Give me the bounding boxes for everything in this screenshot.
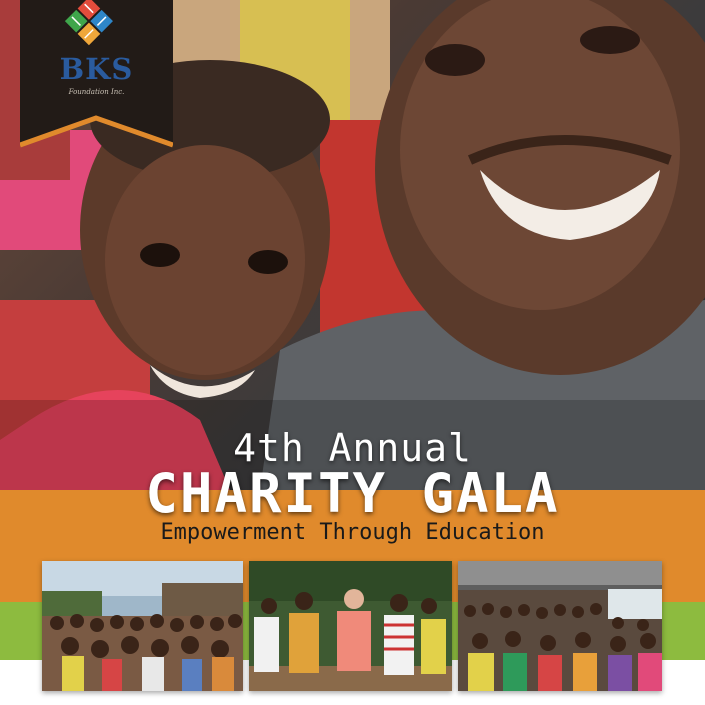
- photo-group-standing-outdoors: [249, 561, 452, 691]
- logo-name: BKS: [59, 52, 134, 86]
- group-standing-outdoors-photo-icon: [249, 561, 452, 691]
- tagline: Empowerment Through Education: [160, 520, 545, 545]
- crowd-under-shelter-photo-icon: [458, 561, 662, 691]
- crowd-of-children-photo-icon: [42, 561, 243, 691]
- photo-crowd-of-children: [42, 561, 243, 691]
- logo-subtitle: Foundation Inc.: [68, 88, 125, 96]
- photo-crowd-under-shelter: [458, 561, 662, 691]
- gala-poster: BKS Foundation Inc. 4th Annual CHARITY G…: [0, 0, 705, 705]
- headline-charity-gala: CHARITY GALA: [145, 462, 560, 525]
